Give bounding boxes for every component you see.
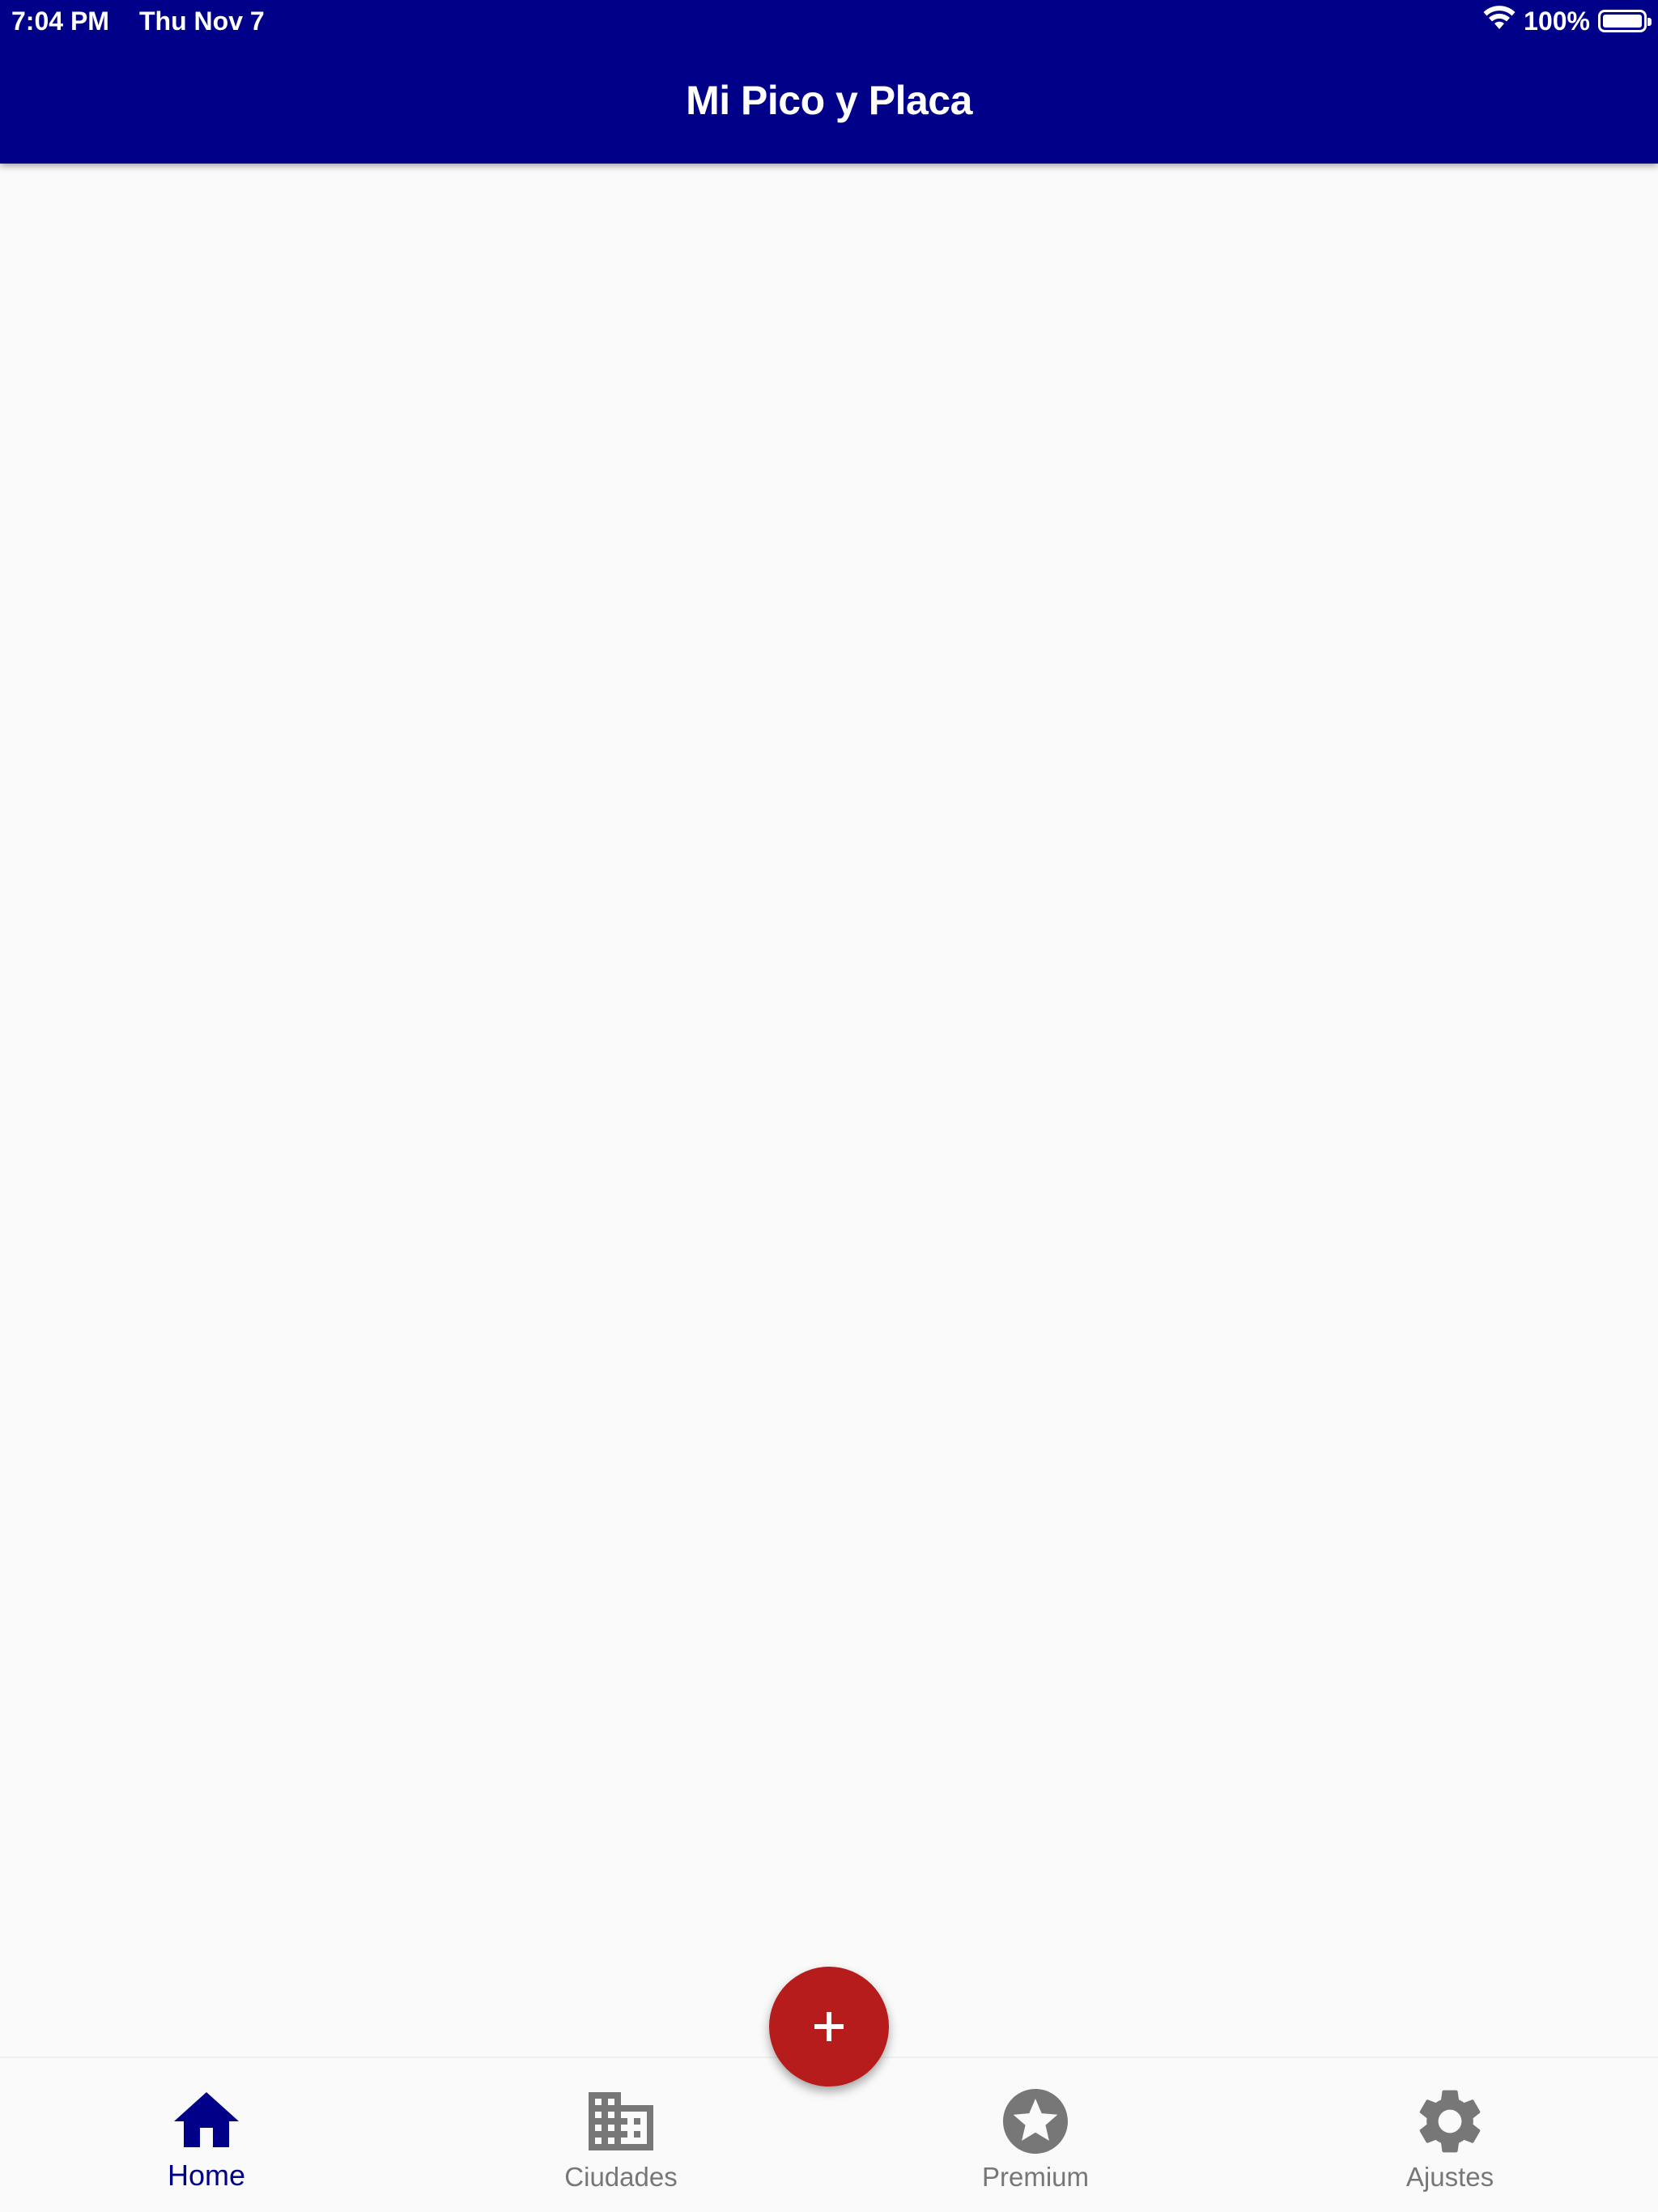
main-content <box>0 164 1658 2057</box>
nav-item-home[interactable]: Home <box>85 2058 328 2212</box>
wifi-icon <box>1483 5 1516 37</box>
nav-label-premium: Premium <box>981 2162 1090 2192</box>
nav-item-ajustes[interactable]: Ajustes <box>1329 2058 1571 2212</box>
nav-item-premium[interactable]: Premium <box>914 2058 1157 2212</box>
status-time: 7:04 PM <box>11 6 109 36</box>
nav-label-home: Home <box>167 2159 246 2192</box>
building-icon <box>589 2092 653 2150</box>
star-circle-icon <box>1003 2089 1068 2154</box>
page-title: Mi Pico y Placa <box>686 78 972 123</box>
nav-item-ciudades[interactable]: Ciudades <box>500 2058 742 2212</box>
status-date: Thu Nov 7 <box>139 6 265 36</box>
nav-label-ciudades: Ciudades <box>564 2162 678 2192</box>
gear-icon <box>1419 2090 1481 2153</box>
add-button[interactable] <box>769 1967 889 2087</box>
status-indicators: 100% <box>1483 5 1652 37</box>
app-header: 7:04 PM Thu Nov 7 100% Mi Pico y Placa <box>0 0 1658 164</box>
app-screen: 7:04 PM Thu Nov 7 100% Mi Pico y Placa H… <box>0 0 1658 2212</box>
battery-icon <box>1598 10 1652 32</box>
battery-percent: 100% <box>1524 6 1590 36</box>
plus-icon <box>814 2012 844 2041</box>
nav-label-ajustes: Ajustes <box>1405 2162 1494 2192</box>
home-icon <box>174 2092 239 2147</box>
